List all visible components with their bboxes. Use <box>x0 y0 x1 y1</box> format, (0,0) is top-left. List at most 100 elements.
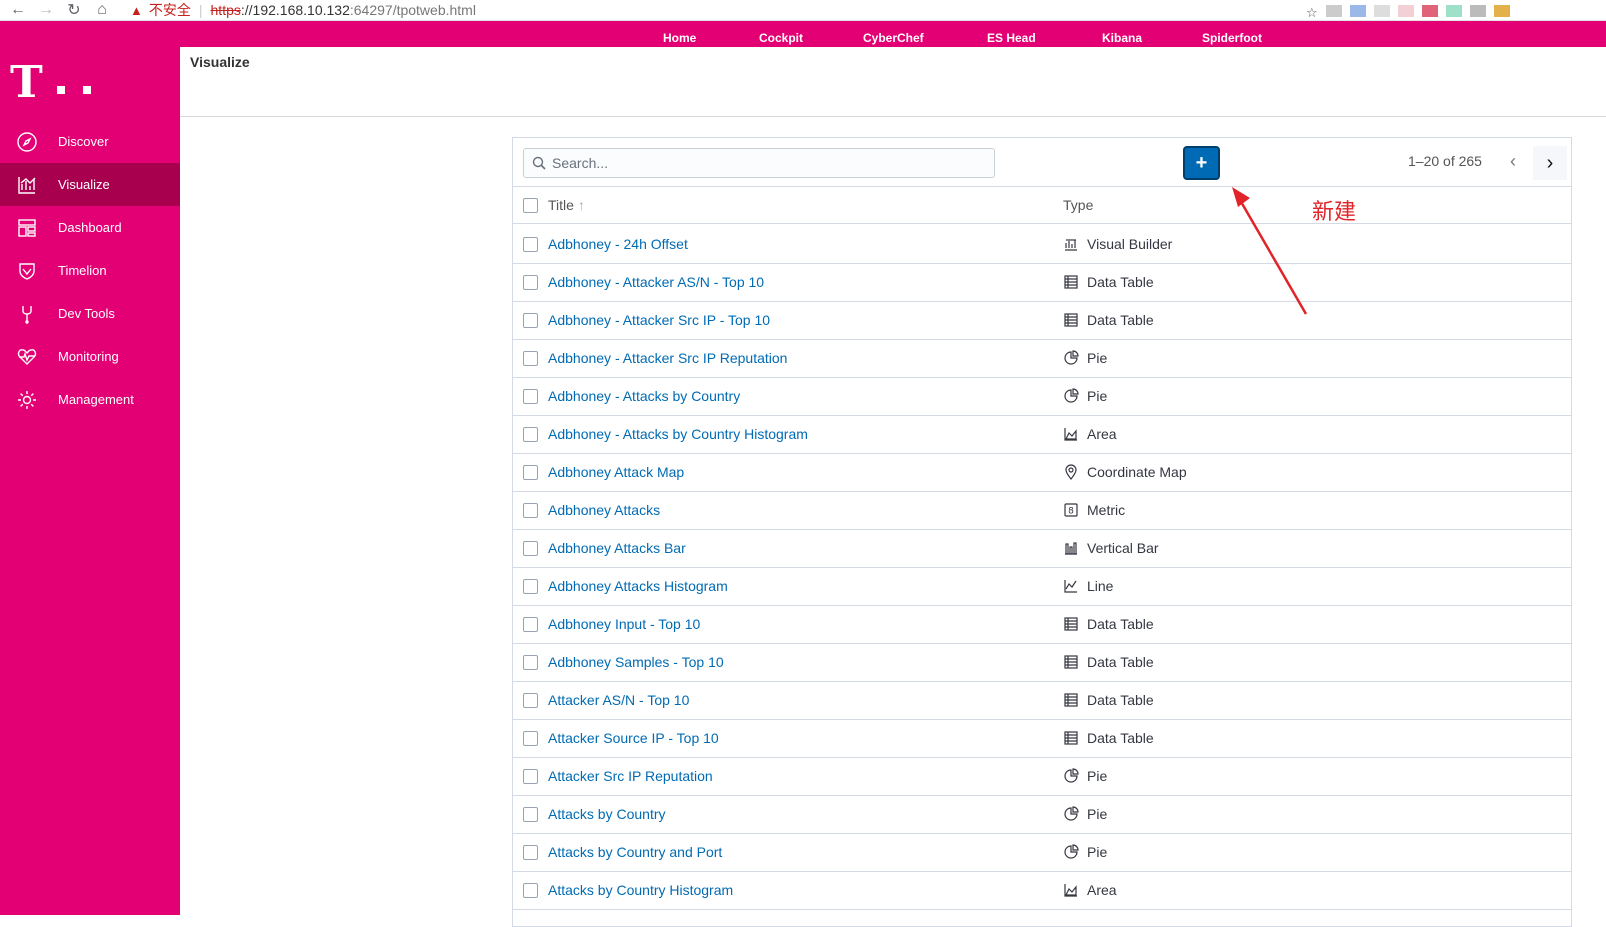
line-icon <box>1063 578 1079 594</box>
table-row: Attacker Src IP Reputation Pie <box>513 757 1571 796</box>
visualization-title-link[interactable]: Adbhoney - Attacker Src IP - Top 10 <box>548 312 770 328</box>
topnav-home[interactable]: Home <box>663 31 696 45</box>
table-row: Adbhoney Samples - Top 10 Data Table <box>513 643 1571 682</box>
visualization-title-link[interactable]: Attacks by Country and Port <box>548 844 722 860</box>
extension-icon[interactable] <box>1470 4 1486 17</box>
sidebar: T Discover Visualize Dashboard Timelion … <box>0 47 180 915</box>
row-checkbox[interactable] <box>523 464 538 480</box>
chevron-right-icon[interactable]: › <box>1533 146 1567 180</box>
row-checkbox[interactable] <box>523 388 538 404</box>
header-divider <box>180 116 1606 117</box>
visualization-type: Vertical Bar <box>1063 540 1159 556</box>
table-row: Attacker Source IP - Top 10 Data Table <box>513 719 1571 758</box>
visualization-title-link[interactable]: Adbhoney - Attacks by Country <box>548 388 740 404</box>
visualization-title-link[interactable]: Attacks by Country Histogram <box>548 882 733 898</box>
row-checkbox[interactable] <box>523 236 538 252</box>
visualization-title-link[interactable]: Attacks by Country <box>548 806 666 822</box>
home-icon[interactable]: ⌂ <box>92 0 112 20</box>
sidebar-item-timelion[interactable]: Timelion <box>0 249 180 292</box>
back-icon[interactable]: ← <box>8 0 28 20</box>
row-checkbox[interactable] <box>523 692 538 708</box>
sidebar-item-discover[interactable]: Discover <box>0 120 180 163</box>
compass-icon <box>16 131 38 153</box>
address-bar[interactable]: ▲ 不安全 | https ://192.168.10.132 :64297/t… <box>130 0 476 20</box>
row-checkbox[interactable] <box>523 350 538 366</box>
column-type[interactable]: Type <box>1063 197 1093 213</box>
bar-icon <box>1063 540 1079 556</box>
extension-icon[interactable] <box>1398 4 1414 17</box>
extension-icon[interactable] <box>1374 4 1390 17</box>
row-checkbox[interactable] <box>523 502 538 518</box>
extension-icon[interactable] <box>1494 4 1510 17</box>
chevron-left-icon[interactable]: ‹ <box>1498 146 1528 176</box>
visualization-title-link[interactable]: Attacker Src IP Reputation <box>548 768 713 784</box>
row-checkbox[interactable] <box>523 806 538 822</box>
visualization-title-link[interactable]: Adbhoney - Attacker Src IP Reputation <box>548 350 787 366</box>
visualization-title-link[interactable]: Adbhoney Attacks Histogram <box>548 578 728 594</box>
sort-up-icon: ↑ <box>577 197 585 213</box>
row-checkbox[interactable] <box>523 844 538 860</box>
row-checkbox[interactable] <box>523 616 538 632</box>
topnav-kibana[interactable]: Kibana <box>1102 31 1142 45</box>
extension-icon[interactable] <box>1326 4 1342 17</box>
extension-icon[interactable] <box>1422 4 1438 17</box>
row-checkbox[interactable] <box>523 654 538 670</box>
select-all-checkbox[interactable] <box>523 197 538 213</box>
svg-text:8: 8 <box>1068 507 1074 517</box>
create-visualization-button[interactable]: + <box>1183 146 1220 180</box>
visualization-title-link[interactable]: Adbhoney Attack Map <box>548 464 684 480</box>
visualization-type: Line <box>1063 578 1113 594</box>
visualization-title-link[interactable]: Adbhoney - 24h Offset <box>548 236 688 252</box>
star-icon[interactable]: ☆ <box>1306 5 1318 20</box>
address-separator: | <box>198 2 203 18</box>
visualization-title-link[interactable]: Adbhoney - Attacker AS/N - Top 10 <box>548 274 764 290</box>
extension-icon[interactable] <box>1446 4 1462 17</box>
sidebar-item-monitoring[interactable]: Monitoring <box>0 335 180 378</box>
row-checkbox[interactable] <box>523 312 538 328</box>
logo-dot <box>56 86 65 94</box>
reload-icon[interactable]: ↻ <box>64 0 84 20</box>
row-checkbox[interactable] <box>523 578 538 594</box>
table-row: Attacks by Country and Port Pie <box>513 833 1571 872</box>
visualization-type: Pie <box>1063 844 1107 860</box>
pie-icon <box>1063 350 1079 366</box>
visualization-type-label: Data Table <box>1087 692 1154 708</box>
row-checkbox[interactable] <box>523 274 538 290</box>
sidebar-item-visualize[interactable]: Visualize <box>0 163 180 206</box>
visualization-title-link[interactable]: Attacker Source IP - Top 10 <box>548 730 719 746</box>
extension-icon[interactable] <box>1350 4 1366 17</box>
visualization-type: Data Table <box>1063 654 1154 670</box>
row-checkbox[interactable] <box>523 768 538 784</box>
sidebar-item-devtools[interactable]: Dev Tools <box>0 292 180 335</box>
row-checkbox[interactable] <box>523 730 538 746</box>
visualization-title-link[interactable]: Adbhoney Attacks Bar <box>548 540 686 556</box>
visualization-type-label: Data Table <box>1087 616 1154 632</box>
row-checkbox[interactable] <box>523 540 538 556</box>
sidebar-item-label: Dashboard <box>58 220 122 235</box>
visualization-title-link[interactable]: Attacker AS/N - Top 10 <box>548 692 689 708</box>
search-box[interactable] <box>523 148 995 178</box>
table-row: Adbhoney - Attacks by Country Pie <box>513 377 1571 416</box>
visualization-title-link[interactable]: Adbhoney Samples - Top 10 <box>548 654 724 670</box>
topnav-cockpit[interactable]: Cockpit <box>759 31 803 45</box>
url-path: :64297/tpotweb.html <box>349 2 476 18</box>
row-checkbox[interactable] <box>523 882 538 898</box>
sidebar-item-dashboard[interactable]: Dashboard <box>0 206 180 249</box>
sidebar-item-management[interactable]: Management <box>0 378 180 421</box>
visualization-title-link[interactable]: Adbhoney Input - Top 10 <box>548 616 700 632</box>
topnav-eshead[interactable]: ES Head <box>987 31 1036 45</box>
visualization-type: Pie <box>1063 388 1107 404</box>
topnav-spiderfoot[interactable]: Spiderfoot <box>1202 31 1262 45</box>
visualization-title-link[interactable]: Adbhoney - Attacks by Country Histogram <box>548 426 808 442</box>
search-input[interactable] <box>552 155 972 171</box>
extension-icons: ☆ <box>1306 0 1606 21</box>
visualization-type-label: Pie <box>1087 806 1108 822</box>
chart-icon <box>16 174 38 196</box>
url-scheme: https <box>210 2 241 18</box>
topnav-cyberchef[interactable]: CyberChef <box>863 31 924 45</box>
telekom-logo[interactable]: T <box>10 61 91 105</box>
row-checkbox[interactable] <box>523 426 538 442</box>
column-title[interactable]: Title ↑ <box>548 197 585 213</box>
visualization-title-link[interactable]: Adbhoney Attacks <box>548 502 660 518</box>
forward-icon[interactable]: → <box>36 0 56 20</box>
